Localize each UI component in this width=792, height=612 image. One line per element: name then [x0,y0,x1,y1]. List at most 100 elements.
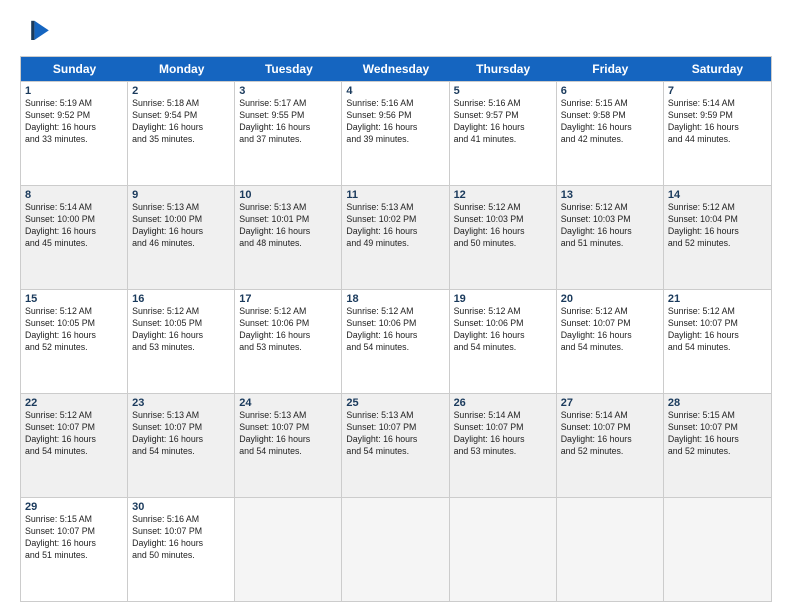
day-info: Sunrise: 5:13 AMSunset: 10:01 PMDaylight… [239,202,337,250]
day-number: 12 [454,189,552,201]
day-info: Sunrise: 5:12 AMSunset: 10:04 PMDaylight… [668,202,767,250]
day-info: Sunrise: 5:12 AMSunset: 10:06 PMDaylight… [346,306,444,354]
day-number: 29 [25,501,123,513]
calendar-cell: 28Sunrise: 5:15 AMSunset: 10:07 PMDaylig… [664,394,771,497]
day-info: Sunrise: 5:13 AMSunset: 10:07 PMDaylight… [346,410,444,458]
calendar-cell [450,498,557,601]
day-number: 19 [454,293,552,305]
calendar-cell: 2Sunrise: 5:18 AMSunset: 9:54 PMDaylight… [128,82,235,185]
day-info: Sunrise: 5:12 AMSunset: 10:06 PMDaylight… [454,306,552,354]
day-info: Sunrise: 5:12 AMSunset: 10:05 PMDaylight… [25,306,123,354]
day-number: 30 [132,501,230,513]
day-number: 11 [346,189,444,201]
day-info: Sunrise: 5:16 AMSunset: 9:57 PMDaylight:… [454,98,552,146]
day-info: Sunrise: 5:15 AMSunset: 10:07 PMDaylight… [668,410,767,458]
calendar-cell: 27Sunrise: 5:14 AMSunset: 10:07 PMDaylig… [557,394,664,497]
calendar-cell: 14Sunrise: 5:12 AMSunset: 10:04 PMDaylig… [664,186,771,289]
day-info: Sunrise: 5:14 AMSunset: 10:07 PMDaylight… [561,410,659,458]
day-number: 20 [561,293,659,305]
calendar-cell: 11Sunrise: 5:13 AMSunset: 10:02 PMDaylig… [342,186,449,289]
header-day-tuesday: Tuesday [235,57,342,81]
day-info: Sunrise: 5:19 AMSunset: 9:52 PMDaylight:… [25,98,123,146]
day-info: Sunrise: 5:12 AMSunset: 10:07 PMDaylight… [561,306,659,354]
calendar-cell [557,498,664,601]
header-day-thursday: Thursday [450,57,557,81]
calendar-cell: 29Sunrise: 5:15 AMSunset: 10:07 PMDaylig… [21,498,128,601]
day-info: Sunrise: 5:18 AMSunset: 9:54 PMDaylight:… [132,98,230,146]
day-number: 18 [346,293,444,305]
calendar-cell: 1Sunrise: 5:19 AMSunset: 9:52 PMDaylight… [21,82,128,185]
day-number: 28 [668,397,767,409]
day-info: Sunrise: 5:13 AMSunset: 10:07 PMDaylight… [132,410,230,458]
calendar-body: 1Sunrise: 5:19 AMSunset: 9:52 PMDaylight… [21,81,771,601]
day-number: 13 [561,189,659,201]
day-info: Sunrise: 5:14 AMSunset: 10:00 PMDaylight… [25,202,123,250]
calendar: SundayMondayTuesdayWednesdayThursdayFrid… [20,56,772,602]
day-number: 9 [132,189,230,201]
calendar-cell: 20Sunrise: 5:12 AMSunset: 10:07 PMDaylig… [557,290,664,393]
day-number: 2 [132,85,230,97]
calendar-cell: 15Sunrise: 5:12 AMSunset: 10:05 PMDaylig… [21,290,128,393]
calendar-cell: 3Sunrise: 5:17 AMSunset: 9:55 PMDaylight… [235,82,342,185]
day-number: 21 [668,293,767,305]
day-number: 23 [132,397,230,409]
calendar-cell: 9Sunrise: 5:13 AMSunset: 10:00 PMDayligh… [128,186,235,289]
header [20,16,772,48]
day-number: 26 [454,397,552,409]
day-info: Sunrise: 5:16 AMSunset: 9:56 PMDaylight:… [346,98,444,146]
day-info: Sunrise: 5:12 AMSunset: 10:03 PMDaylight… [454,202,552,250]
calendar-cell: 21Sunrise: 5:12 AMSunset: 10:07 PMDaylig… [664,290,771,393]
day-number: 10 [239,189,337,201]
calendar-cell: 19Sunrise: 5:12 AMSunset: 10:06 PMDaylig… [450,290,557,393]
calendar-cell: 12Sunrise: 5:12 AMSunset: 10:03 PMDaylig… [450,186,557,289]
day-info: Sunrise: 5:12 AMSunset: 10:07 PMDaylight… [668,306,767,354]
calendar-cell: 23Sunrise: 5:13 AMSunset: 10:07 PMDaylig… [128,394,235,497]
calendar-cell: 22Sunrise: 5:12 AMSunset: 10:07 PMDaylig… [21,394,128,497]
day-number: 16 [132,293,230,305]
day-info: Sunrise: 5:13 AMSunset: 10:00 PMDaylight… [132,202,230,250]
day-number: 8 [25,189,123,201]
calendar-cell: 8Sunrise: 5:14 AMSunset: 10:00 PMDayligh… [21,186,128,289]
calendar-week-3: 15Sunrise: 5:12 AMSunset: 10:05 PMDaylig… [21,289,771,393]
day-info: Sunrise: 5:15 AMSunset: 10:07 PMDaylight… [25,514,123,562]
day-info: Sunrise: 5:12 AMSunset: 10:05 PMDaylight… [132,306,230,354]
header-day-friday: Friday [557,57,664,81]
day-number: 27 [561,397,659,409]
day-info: Sunrise: 5:14 AMSunset: 10:07 PMDaylight… [454,410,552,458]
page: SundayMondayTuesdayWednesdayThursdayFrid… [0,0,792,612]
day-number: 3 [239,85,337,97]
day-number: 22 [25,397,123,409]
calendar-week-2: 8Sunrise: 5:14 AMSunset: 10:00 PMDayligh… [21,185,771,289]
calendar-cell [235,498,342,601]
calendar-cell: 30Sunrise: 5:16 AMSunset: 10:07 PMDaylig… [128,498,235,601]
calendar-cell: 18Sunrise: 5:12 AMSunset: 10:06 PMDaylig… [342,290,449,393]
calendar-cell: 16Sunrise: 5:12 AMSunset: 10:05 PMDaylig… [128,290,235,393]
day-info: Sunrise: 5:13 AMSunset: 10:02 PMDaylight… [346,202,444,250]
calendar-cell: 10Sunrise: 5:13 AMSunset: 10:01 PMDaylig… [235,186,342,289]
calendar-cell: 24Sunrise: 5:13 AMSunset: 10:07 PMDaylig… [235,394,342,497]
calendar-week-1: 1Sunrise: 5:19 AMSunset: 9:52 PMDaylight… [21,81,771,185]
calendar-cell: 7Sunrise: 5:14 AMSunset: 9:59 PMDaylight… [664,82,771,185]
logo-icon [20,16,52,48]
calendar-cell [342,498,449,601]
day-info: Sunrise: 5:13 AMSunset: 10:07 PMDaylight… [239,410,337,458]
day-info: Sunrise: 5:16 AMSunset: 10:07 PMDaylight… [132,514,230,562]
calendar-week-5: 29Sunrise: 5:15 AMSunset: 10:07 PMDaylig… [21,497,771,601]
day-number: 17 [239,293,337,305]
calendar-cell: 25Sunrise: 5:13 AMSunset: 10:07 PMDaylig… [342,394,449,497]
calendar-cell: 17Sunrise: 5:12 AMSunset: 10:06 PMDaylig… [235,290,342,393]
header-day-saturday: Saturday [664,57,771,81]
calendar-cell: 4Sunrise: 5:16 AMSunset: 9:56 PMDaylight… [342,82,449,185]
calendar-cell [664,498,771,601]
day-number: 14 [668,189,767,201]
logo [20,16,56,48]
day-info: Sunrise: 5:12 AMSunset: 10:07 PMDaylight… [25,410,123,458]
day-number: 24 [239,397,337,409]
day-number: 5 [454,85,552,97]
calendar-cell: 26Sunrise: 5:14 AMSunset: 10:07 PMDaylig… [450,394,557,497]
day-info: Sunrise: 5:14 AMSunset: 9:59 PMDaylight:… [668,98,767,146]
day-number: 15 [25,293,123,305]
day-number: 25 [346,397,444,409]
day-number: 4 [346,85,444,97]
calendar-header: SundayMondayTuesdayWednesdayThursdayFrid… [21,57,771,81]
